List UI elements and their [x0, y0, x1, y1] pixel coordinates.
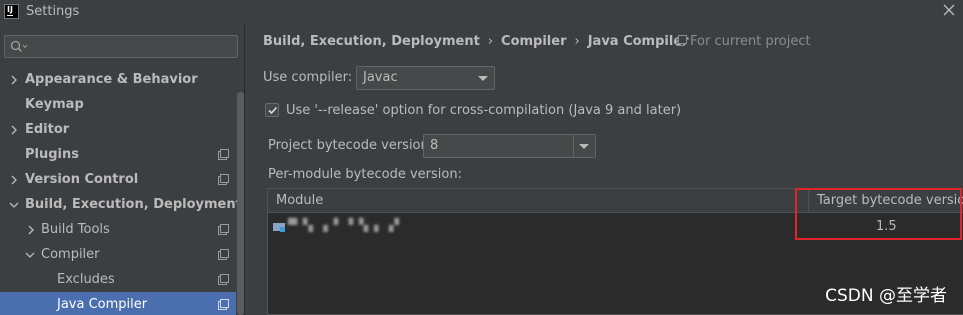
per-module-label: Per-module bytecode version: — [268, 167, 462, 182]
chevron-right-icon[interactable] — [10, 75, 18, 85]
project-bytecode-value[interactable]: 8 — [430, 138, 438, 153]
sidebar-item-label: Java Compiler — [57, 297, 148, 312]
project-settings-icon — [218, 299, 229, 310]
module-icon — [273, 223, 285, 232]
dropdown-arrow-icon — [478, 76, 488, 81]
sidebar-item-label: Compiler — [41, 247, 100, 262]
sidebar-item-build-execution-deployment[interactable]: Build, Execution, Deployment — [0, 192, 242, 217]
project-bytecode-dropdown-button[interactable] — [573, 135, 595, 157]
sidebar-item-label: Keymap — [25, 97, 84, 112]
sidebar-item-label: Editor — [25, 122, 70, 137]
use-compiler-label: Use compiler: — [263, 70, 353, 85]
column-header-module[interactable]: Module — [276, 193, 323, 208]
breadcrumb-part: Java Compiler — [587, 34, 689, 49]
chevron-right-icon[interactable] — [10, 125, 18, 135]
breadcrumb-separator: › — [574, 34, 580, 49]
chevron-right-icon[interactable] — [27, 225, 35, 235]
intellij-logo-icon: IJ — [4, 4, 19, 19]
sidebar-item-version-control[interactable]: Version Control — [0, 167, 236, 192]
sidebar-item-java-compiler[interactable]: Java Compiler — [0, 292, 236, 315]
breadcrumb-part: Build, Execution, Deployment — [263, 34, 480, 49]
logo-text: IJ — [7, 5, 13, 14]
sidebar-item-keymap[interactable]: Keymap — [0, 92, 236, 117]
release-option-checkbox[interactable] — [265, 103, 279, 117]
sidebar-item-label: Build, Execution, Deployment — [25, 197, 242, 212]
sidebar-item-build-tools[interactable]: Build Tools — [0, 217, 236, 242]
use-compiler-value: Javac — [363, 70, 398, 85]
settings-tree: Appearance & Behavior Keymap Editor Plug… — [0, 67, 242, 315]
watermark: CSDN @至学者 — [825, 286, 947, 306]
project-bytecode-combo[interactable]: 8 — [423, 134, 596, 158]
project-settings-icon — [218, 174, 229, 185]
sidebar-item-compiler[interactable]: Compiler — [0, 242, 236, 267]
release-option-label: Use '--release' option for cross-compila… — [286, 103, 682, 118]
module-name-cell[interactable]: ▀▝▖▗ ▘▝ ▚ ▖▗▘ — [288, 218, 405, 232]
sidebar-item-editor[interactable]: Editor — [0, 117, 236, 142]
sidebar-item-label: Excludes — [57, 272, 115, 287]
title-bar: IJ Settings — [0, 0, 963, 24]
sidebar-item-appearance-behavior[interactable]: Appearance & Behavior — [0, 67, 236, 92]
checkmark-icon — [268, 106, 278, 115]
chevron-down-icon[interactable] — [9, 201, 19, 209]
breadcrumb: Build, Execution, Deployment › Compiler › Ja… — [263, 34, 689, 49]
sidebar-item-label: Build Tools — [41, 222, 110, 237]
settings-content: Build, Execution, Deployment › Compiler › Ja… — [246, 24, 963, 315]
sidebar-item-label: Version Control — [25, 172, 139, 187]
annotation-highlight-box — [795, 188, 962, 240]
use-compiler-dropdown[interactable]: Javac — [356, 66, 495, 90]
chevron-right-icon[interactable] — [10, 175, 18, 185]
project-settings-icon — [676, 35, 687, 46]
for-current-project-hint: For current project — [676, 34, 811, 49]
window-title: Settings — [26, 4, 80, 19]
search-icon — [10, 40, 28, 52]
settings-search-input[interactable] — [4, 35, 238, 58]
project-settings-icon — [218, 249, 229, 260]
sidebar-item-label: Appearance & Behavior — [25, 72, 198, 87]
settings-sidebar: Appearance & Behavior Keymap Editor Plug… — [0, 24, 245, 315]
dropdown-arrow-icon — [579, 144, 589, 149]
breadcrumb-separator: › — [487, 34, 494, 49]
breadcrumb-part: Compiler — [501, 34, 567, 49]
project-settings-icon — [218, 149, 229, 160]
project-bytecode-label: Project bytecode version: — [268, 138, 434, 153]
sidebar-scrollbar[interactable] — [237, 92, 244, 315]
project-settings-icon — [218, 274, 229, 285]
sidebar-item-label: Plugins — [25, 147, 79, 162]
for-current-project-label: For current project — [690, 34, 811, 49]
chevron-down-icon[interactable] — [25, 251, 35, 259]
sidebar-item-excludes[interactable]: Excludes — [0, 267, 236, 292]
project-settings-icon — [218, 224, 229, 235]
close-icon[interactable] — [941, 2, 957, 18]
sidebar-item-plugins[interactable]: Plugins — [0, 142, 236, 167]
